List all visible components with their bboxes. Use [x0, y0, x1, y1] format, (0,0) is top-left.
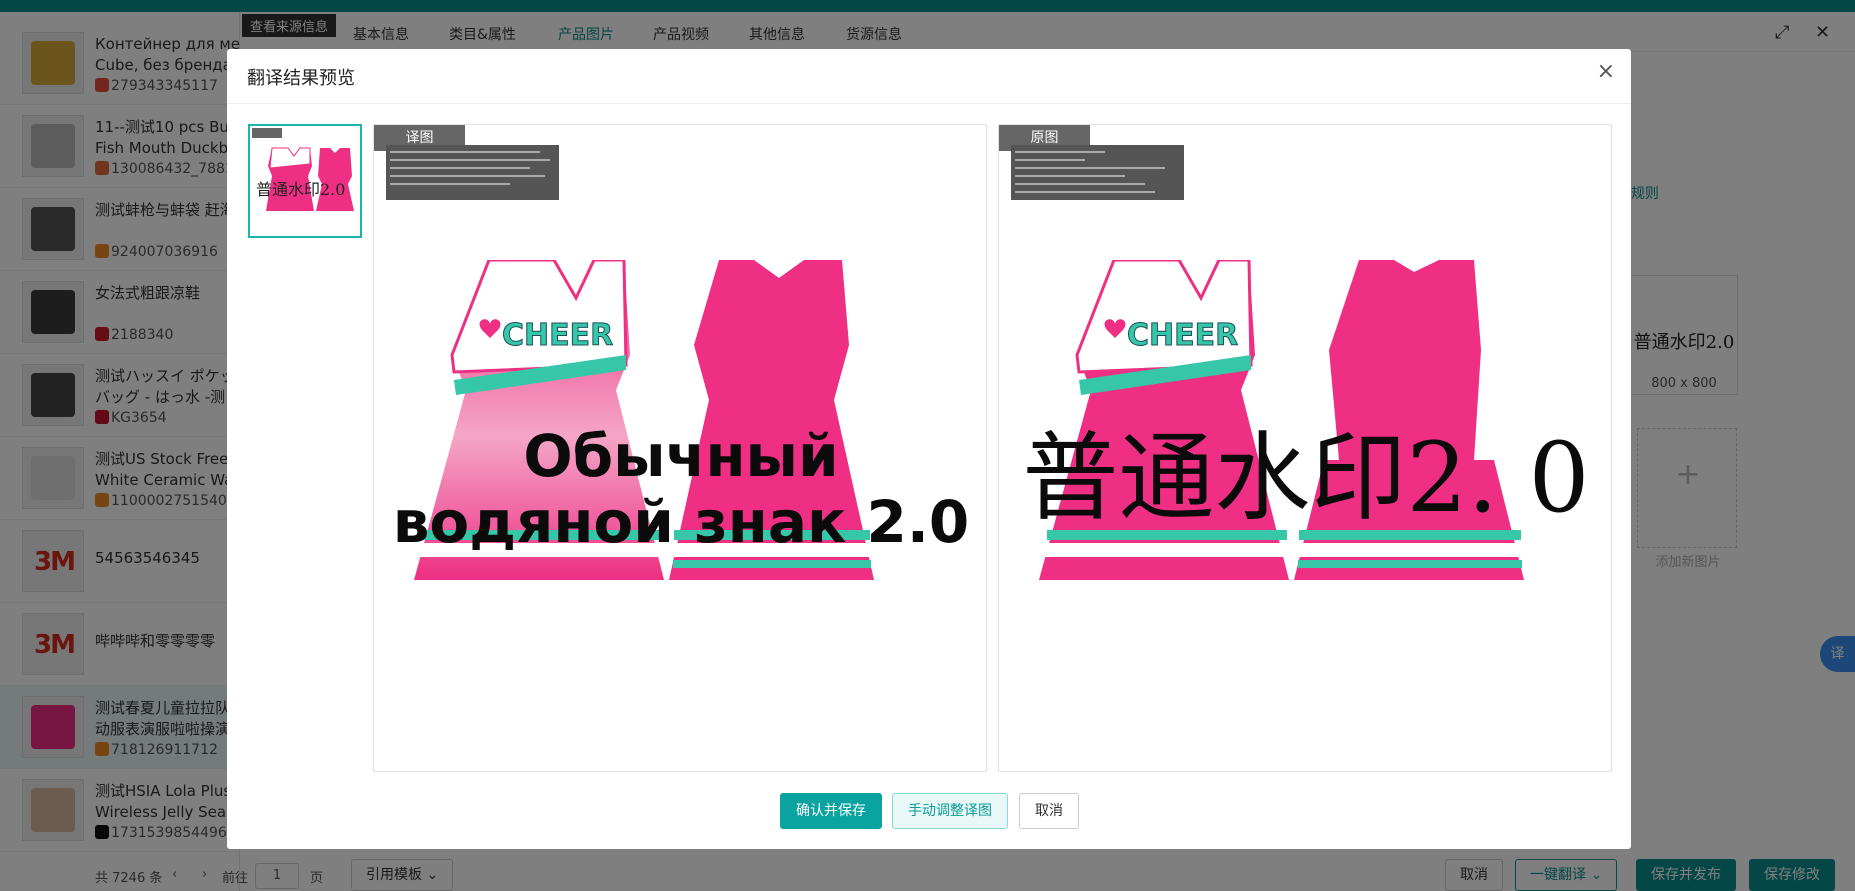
dialog-title: 翻译结果预览: [247, 68, 355, 89]
original-watermark: 普通水印2. 0: [1022, 422, 1590, 534]
confirm-save-button[interactable]: 确认并保存: [780, 793, 882, 829]
thumb-watermark: 普通水印2.0: [256, 180, 346, 199]
close-icon[interactable]: ×: [1597, 59, 1615, 84]
dialog-divider: [227, 103, 1631, 104]
cancel-button[interactable]: 取消: [1019, 793, 1079, 829]
translated-watermark-line1: Обычный: [523, 422, 839, 490]
translated-note-box: [386, 145, 559, 200]
original-note-box: [1011, 145, 1184, 200]
translation-preview-dialog: 翻译结果预览 × 普通水印2.0 CHEER Обычный водяной з…: [227, 49, 1631, 849]
translated-watermark: Обычный водяной знак 2.0: [374, 422, 986, 556]
translated-watermark-line2: водяной знак 2.0: [392, 488, 970, 556]
manual-adjust-button[interactable]: 手动调整译图: [892, 793, 1008, 829]
cheer-text: CHEER: [502, 318, 613, 353]
image-thumbnail[interactable]: 普通水印2.0: [248, 124, 362, 238]
original-image-panel: CHEER 普通水印2. 0 原图: [998, 124, 1612, 772]
cheer-text: CHEER: [1127, 318, 1238, 353]
translated-image-panel: CHEER Обычный водяной знак 2.0 译图: [373, 124, 987, 772]
